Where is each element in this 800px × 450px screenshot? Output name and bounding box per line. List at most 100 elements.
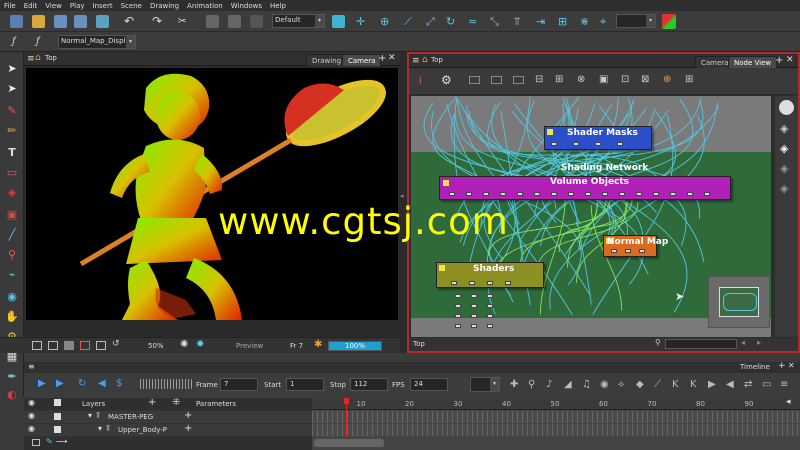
menu-windows[interactable]: Windows <box>231 2 262 10</box>
layers-footer-icon[interactable] <box>32 439 40 446</box>
sound-scrub-icon[interactable]: $ <box>116 378 122 389</box>
copy-icon[interactable] <box>206 15 219 28</box>
add-tab-icon[interactable]: + <box>378 53 386 64</box>
cutter-tool-icon[interactable]: ⌁ <box>5 268 19 282</box>
timeline-tool-icon[interactable]: ⟡ <box>618 379 625 390</box>
node-port[interactable] <box>487 304 493 308</box>
timeline-tool-icon[interactable]: ✚ <box>510 379 518 390</box>
layer-stack-icon-3[interactable]: ◈ <box>780 162 788 175</box>
menu-icon[interactable]: ≡ <box>412 56 420 66</box>
visibility-icon[interactable]: ◉ <box>28 411 35 420</box>
volume-objects-node[interactable]: Volume Objects <box>439 176 731 200</box>
node-port[interactable] <box>617 142 623 146</box>
bone-icon[interactable]: ⤡ <box>490 15 503 28</box>
node-port[interactable] <box>551 142 557 146</box>
node-tool-2-icon[interactable] <box>491 76 502 84</box>
node-settings-icon[interactable]: ⚙ <box>441 73 452 87</box>
node-port[interactable] <box>505 281 511 285</box>
tab-camera[interactable]: Camera <box>342 54 382 66</box>
node-port[interactable] <box>704 192 710 196</box>
pencil-tool-icon[interactable]: ✏ <box>5 124 19 138</box>
node-enable-icon[interactable] <box>439 265 445 271</box>
node-tool-4-icon[interactable]: ⊟ <box>535 74 543 85</box>
node-port[interactable] <box>639 249 645 253</box>
menu-scene[interactable]: Scene <box>121 2 142 10</box>
jog-bar[interactable] <box>140 379 192 389</box>
tab-drawing[interactable]: Drawing <box>306 54 348 66</box>
timeline-tool-icon[interactable]: ◆ <box>636 379 644 390</box>
stop-field[interactable]: 112 <box>350 378 388 391</box>
save-all-icon[interactable] <box>74 15 87 28</box>
cut-icon[interactable]: ✂ <box>178 15 191 28</box>
node-port[interactable] <box>625 249 631 253</box>
menu-edit[interactable]: Edit <box>24 2 38 10</box>
node-port[interactable] <box>483 192 489 196</box>
dropper-tool-icon[interactable]: ⚲ <box>5 248 19 262</box>
node-tool-7-icon[interactable]: ▣ <box>599 74 608 85</box>
add-tab-icon[interactable]: + <box>778 361 786 371</box>
select-tool-icon[interactable]: ➤ <box>5 62 19 76</box>
node-port[interactable] <box>487 324 493 328</box>
layer-options-icon[interactable]: ⁜ <box>172 397 180 408</box>
scroll-right-icon[interactable]: ▸ <box>757 338 761 347</box>
menu-insert[interactable]: Insert <box>93 2 113 10</box>
normal-map-node[interactable]: Normal Map <box>603 235 668 257</box>
timeline-tool-icon[interactable]: ♫ <box>582 379 591 390</box>
function-curve-icon[interactable]: ƒ <box>36 35 49 48</box>
timeline-tool-icon[interactable]: ◀ <box>726 379 734 390</box>
node-port[interactable] <box>687 192 693 196</box>
skew-icon[interactable]: ⟋ <box>404 15 417 28</box>
line-tool-icon[interactable]: ╱ <box>5 228 19 242</box>
node-tool-5-icon[interactable]: ⊞ <box>555 74 563 85</box>
zoom-tool-icon[interactable]: ◐ <box>5 388 19 402</box>
delete-icon[interactable] <box>250 15 263 28</box>
add-drawing-icon[interactable]: ✎ <box>46 437 53 446</box>
layer-row[interactable]: ◉ ▾ ⫪ Upper_Body-P + <box>24 423 312 436</box>
scroll-left-icon[interactable]: ◂ <box>741 338 745 347</box>
collapse-arrow-icon[interactable]: ◂ <box>400 192 404 200</box>
node-port[interactable] <box>611 249 617 253</box>
node-port[interactable] <box>602 192 608 196</box>
menu-icon[interactable]: ≡ <box>28 362 35 371</box>
snap-icon[interactable]: ⌖ <box>600 15 613 28</box>
layer-row[interactable]: ◉ ▾ ⫪ MASTER-PEG + <box>24 410 312 423</box>
node-port[interactable] <box>451 281 457 285</box>
fps-field[interactable]: 24 <box>410 378 448 391</box>
brush-tool-icon[interactable]: ✎ <box>5 104 19 118</box>
layer-select[interactable]: ▾ <box>616 14 656 28</box>
expand-arrow-icon[interactable]: ▾ <box>98 424 102 433</box>
ink-tool-icon[interactable]: ▣ <box>5 208 19 222</box>
node-port[interactable] <box>670 192 676 196</box>
loop-icon[interactable]: ↻ <box>78 378 86 389</box>
menu-help[interactable]: Help <box>270 2 286 10</box>
color-swatch-icon[interactable] <box>662 14 676 29</box>
workspace-select[interactable]: Default ▾ <box>272 14 325 28</box>
search-icon[interactable]: ⚲ <box>655 338 661 347</box>
open-folder-icon[interactable] <box>32 15 45 28</box>
visibility-all-icon[interactable]: ◉ <box>28 398 35 407</box>
timeline-tool-icon[interactable]: ◉ <box>600 379 609 390</box>
menu-icon[interactable]: ≡ <box>27 54 35 64</box>
eraser-tool-icon[interactable]: ▭ <box>5 166 19 180</box>
timeline-tool-icon[interactable]: ⟋ <box>654 379 661 390</box>
close-icon[interactable]: ✕ <box>788 361 795 370</box>
text-tool-icon[interactable]: T <box>5 146 19 160</box>
node-port[interactable] <box>469 281 475 285</box>
morph-tool-icon[interactable]: ◉ <box>5 290 19 304</box>
paste-icon[interactable] <box>228 15 241 28</box>
scale-icon[interactable]: ⤢ <box>426 15 439 28</box>
menu-view[interactable]: View <box>45 2 62 10</box>
lock-checkbox[interactable] <box>54 413 61 420</box>
node-tool-6-icon[interactable]: ⊗ <box>577 74 585 85</box>
play-selection-icon[interactable]: ▶ <box>56 378 64 389</box>
timeline-tool-icon[interactable]: ▭ <box>762 379 771 390</box>
node-port[interactable] <box>449 192 455 196</box>
save-icon[interactable] <box>54 15 67 28</box>
safe-area-icon[interactable] <box>48 341 58 350</box>
camera-mask-icon[interactable] <box>96 341 106 350</box>
snap-point-icon[interactable]: ⋇ <box>580 15 593 28</box>
peg-icon[interactable]: ⫪ <box>514 15 527 28</box>
timeline-scrollbar[interactable] <box>314 439 384 447</box>
timeline-tool-icon[interactable]: ⇄ <box>744 379 752 390</box>
node-port[interactable] <box>466 192 472 196</box>
